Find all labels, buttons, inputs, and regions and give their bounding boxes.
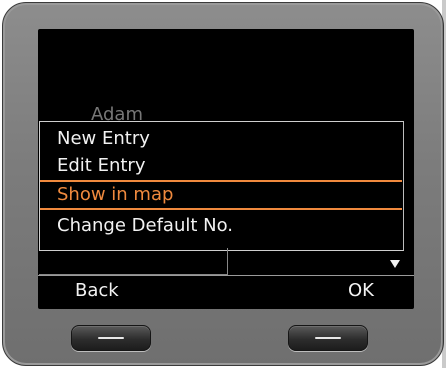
menu-item-show-in-map[interactable]: Show in map bbox=[57, 182, 173, 208]
softkey-separator bbox=[38, 275, 414, 276]
menu-item-change-default-no[interactable]: Change Default No. bbox=[57, 213, 233, 239]
selection-bottom-line bbox=[40, 208, 402, 210]
options-menu: New Entry Edit Entry Show in map Change … bbox=[39, 121, 404, 251]
device-edge-shadow bbox=[442, 0, 446, 368]
menu-item-new-entry[interactable]: New Entry bbox=[57, 126, 150, 152]
left-softkey-button[interactable] bbox=[71, 325, 151, 351]
dash-icon bbox=[98, 337, 124, 339]
scroll-down-arrow-icon bbox=[390, 260, 400, 268]
softkey-ok-label[interactable]: OK bbox=[348, 280, 374, 302]
right-softkey-button[interactable] bbox=[288, 325, 368, 351]
menu-item-edit-entry[interactable]: Edit Entry bbox=[57, 153, 145, 179]
softkey-back-label[interactable]: Back bbox=[75, 280, 119, 302]
phone-device: Adam New Entry Edit Entry Show in map Ch… bbox=[2, 2, 444, 366]
softkey-divider-bracket bbox=[39, 248, 228, 275]
display-screen: Adam New Entry Edit Entry Show in map Ch… bbox=[38, 29, 414, 309]
dash-icon bbox=[315, 337, 341, 339]
